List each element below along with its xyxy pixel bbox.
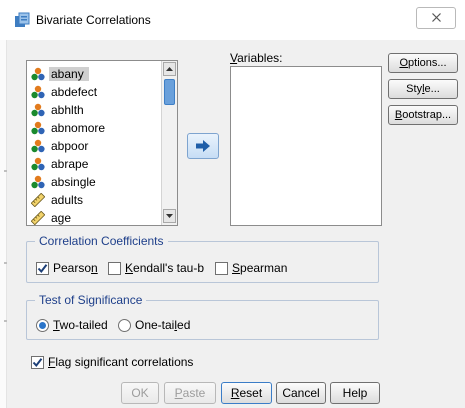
nominal-variable-icon xyxy=(31,103,45,117)
edge-mark xyxy=(4,320,7,322)
variables-target-list[interactable] xyxy=(230,66,382,226)
flag-significant-checkbox[interactable] xyxy=(31,356,44,369)
scroll-down-button[interactable] xyxy=(163,209,176,223)
arrow-right-icon xyxy=(196,140,210,152)
variable-item-age[interactable]: age xyxy=(27,209,160,225)
pearson-checkbox[interactable] xyxy=(36,262,49,275)
reset-button[interactable]: Reset xyxy=(221,382,272,404)
scroll-thumb[interactable] xyxy=(164,79,175,105)
one-tailed-radio[interactable] xyxy=(118,319,131,332)
variable-item-abany[interactable]: abany xyxy=(27,65,160,83)
spearman-checkbox[interactable] xyxy=(215,262,228,275)
radio-selected-dot xyxy=(39,322,46,329)
help-button[interactable]: Help xyxy=(330,382,380,404)
variable-item-abrape[interactable]: abrape xyxy=(27,155,160,173)
variable-item-abpoor[interactable]: abpoor xyxy=(27,137,160,155)
move-to-variables-button[interactable] xyxy=(187,133,219,159)
nominal-variable-icon xyxy=(31,157,45,171)
close-icon xyxy=(432,13,441,22)
variable-item-adults[interactable]: adults xyxy=(27,191,160,209)
test-of-significance-group: Test of Significance Two-tailed One-tail… xyxy=(26,293,379,340)
bootstrap-button[interactable]: Bootstrap... xyxy=(388,105,458,125)
correlation-coefficients-title: Correlation Coefficients xyxy=(35,234,168,248)
nominal-variable-icon xyxy=(31,85,45,99)
variable-items: abany abdefect abhlth abnomore abpoor ab… xyxy=(27,65,160,225)
variable-item-abhlth[interactable]: abhlth xyxy=(27,101,160,119)
kendall-checkbox[interactable] xyxy=(108,262,121,275)
chevron-down-icon xyxy=(166,214,173,218)
edge-mark xyxy=(4,262,7,264)
scroll-up-button[interactable] xyxy=(163,62,176,76)
pearson-label: Pearson xyxy=(53,261,98,275)
flag-significant-label: Flag significant correlations xyxy=(48,355,194,369)
nominal-variable-icon xyxy=(31,121,45,135)
two-tailed-label: Two-tailed xyxy=(53,318,108,332)
test-of-significance-title: Test of Significance xyxy=(35,293,147,307)
style-button[interactable]: Style... xyxy=(388,79,458,99)
options-button[interactable]: Options... xyxy=(388,53,458,73)
checkmark-icon xyxy=(32,358,43,368)
chevron-up-icon xyxy=(166,67,173,71)
title-bar: Bivariate Correlations xyxy=(0,0,465,40)
paste-button[interactable]: Paste xyxy=(164,382,216,404)
two-tailed-radio[interactable] xyxy=(36,319,49,332)
scale-variable-icon xyxy=(31,193,45,207)
close-button[interactable] xyxy=(416,7,456,29)
cancel-button[interactable]: Cancel xyxy=(276,382,326,404)
source-list-scrollbar[interactable] xyxy=(161,61,177,225)
nominal-variable-icon xyxy=(31,67,45,81)
nominal-variable-icon xyxy=(31,139,45,153)
ok-button[interactable]: OK xyxy=(121,382,159,404)
edge-mark xyxy=(4,170,7,172)
checkmark-icon xyxy=(37,264,48,274)
source-variable-list[interactable]: abany abdefect abhlth abnomore abpoor ab… xyxy=(26,60,178,226)
kendall-label: Kendall's tau-b xyxy=(125,261,205,275)
variables-label: Variables: xyxy=(230,51,283,65)
scale-variable-icon xyxy=(31,211,45,225)
window-title: Bivariate Correlations xyxy=(36,13,151,27)
spearman-label: Spearman xyxy=(232,261,288,275)
variable-item-abnomore[interactable]: abnomore xyxy=(27,119,160,137)
spss-app-icon xyxy=(15,12,30,27)
variable-item-abdefect[interactable]: abdefect xyxy=(27,83,160,101)
nominal-variable-icon xyxy=(31,175,45,189)
correlation-coefficients-group: Correlation Coefficients Pearson Kendall… xyxy=(26,234,379,283)
one-tailed-label: One-tailed xyxy=(135,318,191,332)
left-edge xyxy=(0,40,7,408)
variable-item-absingle[interactable]: absingle xyxy=(27,173,160,191)
